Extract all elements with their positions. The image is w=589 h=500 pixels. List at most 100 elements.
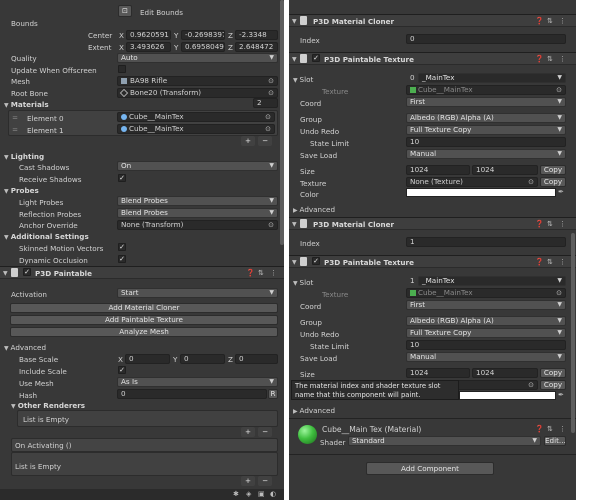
advanced-foldout[interactable]: ▼ Advanced (4, 343, 46, 352)
texture-1-slot-dropdown[interactable]: _MainTex ▼ (418, 73, 566, 83)
eyedropper-icon[interactable]: ✒ (558, 391, 564, 399)
preset-icon[interactable]: ⇅ (547, 17, 553, 25)
shader-dropdown[interactable]: Standard ▼ (348, 436, 541, 446)
object-picker-icon[interactable]: ⊙ (528, 178, 534, 186)
center-x-field[interactable]: 0.9620591 (126, 30, 171, 40)
more-options-icon[interactable]: ⋮ (559, 425, 566, 433)
remove-material-button[interactable]: − (258, 136, 272, 146)
right-scrollbar[interactable] (571, 233, 575, 433)
base-scale-x-field[interactable]: 0 (125, 354, 170, 364)
skinned-motion-checkbox[interactable]: ✓ (118, 243, 126, 251)
extent-y-field[interactable]: 0.6958049 (181, 42, 225, 52)
texture-1-size-width[interactable]: 1024 (406, 165, 470, 175)
texture-2-color-swatch[interactable] (459, 391, 556, 400)
texture-2-coord-dropdown[interactable]: First ▼ (406, 300, 566, 310)
preset-icon[interactable]: ⇅ (547, 55, 553, 63)
eyedropper-icon[interactable]: ✒ (558, 188, 564, 196)
texture-2-slot-index[interactable]: 1 (406, 276, 418, 286)
probes-foldout[interactable]: ▼ Probes (4, 186, 39, 195)
preset-icon[interactable]: ⇅ (258, 269, 264, 277)
texture-1-size-copy-button[interactable]: Copy (540, 165, 566, 175)
texture-1-texture2-field[interactable]: None (Texture) ⊙ (406, 177, 538, 187)
add-component-button[interactable]: Add Component (366, 462, 494, 475)
lighting-foldout[interactable]: ▼ Lighting (4, 152, 44, 161)
remove-renderer-button[interactable]: − (258, 427, 272, 437)
object-picker-icon[interactable]: ⊙ (265, 125, 271, 133)
add-paintable-texture-button[interactable]: Add Paintable Texture (10, 315, 278, 325)
material-element-1-field[interactable]: Cube__MainTex ⊙ (117, 124, 275, 134)
cast-shadows-dropdown[interactable]: On ▼ (117, 161, 278, 171)
help-icon[interactable]: ❓ (535, 425, 544, 433)
texture-1-undo-redo-dropdown[interactable]: Full Texture Copy ▼ (406, 125, 566, 135)
texture-2-state-limit-field[interactable]: 10 (406, 340, 566, 350)
more-options-icon[interactable]: ⋮ (559, 55, 566, 63)
help-icon[interactable]: ❓ (535, 220, 544, 228)
light-probes-dropdown[interactable]: Blend Probes ▼ (117, 196, 278, 206)
texture-1-enabled-checkbox[interactable]: ✓ (312, 54, 320, 62)
more-options-icon[interactable]: ⋮ (559, 258, 566, 266)
texture-1-coord-dropdown[interactable]: First ▼ (406, 97, 566, 107)
help-icon[interactable]: ❓ (535, 258, 544, 266)
root-bone-field[interactable]: Bone20 (Transform) ⊙ (117, 88, 278, 98)
help-icon[interactable]: ❓ (535, 17, 544, 25)
left-scrollbar[interactable] (280, 0, 284, 245)
center-z-field[interactable]: -2.3348 (235, 30, 278, 40)
texture-2-advanced-foldout[interactable]: ▶ Advanced (293, 406, 335, 415)
object-picker-icon[interactable]: ⊙ (268, 89, 274, 97)
cloner-1-index-field[interactable]: 0 (406, 34, 566, 44)
paintable-texture-2-header[interactable]: ▼ ✓ P3D Paintable Texture ❓ ⇅ ⋮ (289, 255, 576, 268)
preset-icon[interactable]: ⇅ (547, 425, 553, 433)
hash-reset-button[interactable]: R (268, 389, 278, 399)
drag-handle-icon[interactable]: = (12, 125, 18, 134)
texture-2-group-dropdown[interactable]: Albedo (RGB) Alpha (A) ▼ (406, 316, 566, 326)
analyze-mesh-button[interactable]: Analyze Mesh (10, 327, 278, 337)
paintable-component-header[interactable]: ▼ ✓ P3D Paintable ❓ ⇅ ⋮ (0, 266, 284, 279)
texture-1-size-height[interactable]: 1024 (472, 165, 538, 175)
remove-event-button[interactable]: − (258, 476, 272, 486)
preset-icon[interactable]: ⇅ (547, 258, 553, 266)
texture-2-enabled-checkbox[interactable]: ✓ (312, 257, 320, 265)
add-material-button[interactable]: + (241, 136, 255, 146)
texture-1-state-limit-field[interactable]: 10 (406, 137, 566, 147)
drag-handle-icon[interactable]: = (12, 113, 18, 122)
edit-bounds-button[interactable]: ⊡ (118, 5, 132, 17)
texture-1-save-load-dropdown[interactable]: Manual ▼ (406, 149, 566, 159)
additional-settings-foldout[interactable]: ▼ Additional Settings (4, 232, 89, 241)
object-picker-icon[interactable]: ⊙ (528, 381, 534, 389)
quality-dropdown[interactable]: Auto ▼ (117, 53, 278, 63)
cube-icon[interactable]: ▣ (258, 490, 265, 498)
texture-2-size-height[interactable]: 1024 (472, 368, 538, 378)
add-event-button[interactable]: + (241, 476, 255, 486)
texture-2-save-load-dropdown[interactable]: Manual ▼ (406, 352, 566, 362)
use-mesh-dropdown[interactable]: As Is ▼ (117, 377, 278, 387)
object-picker-icon[interactable]: ⊙ (268, 221, 274, 229)
material-cloner-1-header[interactable]: ▼ P3D Material Cloner ❓ ⇅ ⋮ (289, 14, 576, 27)
texture-2-texture-copy-button[interactable]: Copy (540, 380, 566, 390)
update-offscreen-checkbox[interactable] (118, 65, 126, 73)
more-options-icon[interactable]: ⋮ (559, 17, 566, 25)
layers-icon[interactable]: ◈ (246, 490, 251, 498)
base-scale-z-field[interactable]: 0 (235, 354, 278, 364)
texture-2-slot-foldout[interactable]: ▼ Slot (293, 278, 313, 287)
help-icon[interactable]: ❓ (246, 269, 255, 277)
anchor-override-field[interactable]: None (Transform) ⊙ (117, 220, 278, 230)
texture-1-color-swatch[interactable] (406, 188, 556, 197)
other-renderers-foldout[interactable]: ▼ Other Renderers (11, 401, 85, 410)
add-material-cloner-button[interactable]: Add Material Cloner (10, 303, 278, 313)
materials-foldout[interactable]: ▼ Materials (4, 100, 49, 109)
preset-icon[interactable]: ⇅ (547, 220, 553, 228)
more-options-icon[interactable]: ⋮ (559, 220, 566, 228)
materials-count-field[interactable]: 2 (253, 98, 278, 108)
dynamic-occlusion-checkbox[interactable]: ✓ (118, 255, 126, 263)
include-scale-checkbox[interactable]: ✓ (118, 366, 126, 374)
material-cloner-2-header[interactable]: ▼ P3D Material Cloner ❓ ⇅ ⋮ (289, 217, 576, 230)
texture-2-slot-dropdown[interactable]: _MainTex ▼ (418, 276, 566, 286)
cloner-2-index-field[interactable]: 1 (406, 237, 566, 247)
texture-2-size-width[interactable]: 1024 (406, 368, 470, 378)
activation-dropdown[interactable]: Start ▼ (117, 288, 278, 298)
texture-1-slot-foldout[interactable]: ▼ Slot (293, 75, 313, 84)
texture-1-group-dropdown[interactable]: Albedo (RGB) Alpha (A) ▼ (406, 113, 566, 123)
base-scale-y-field[interactable]: 0 (180, 354, 225, 364)
paintable-texture-1-header[interactable]: ▼ ✓ P3D Paintable Texture ❓ ⇅ ⋮ (289, 52, 576, 65)
add-renderer-button[interactable]: + (241, 427, 255, 437)
